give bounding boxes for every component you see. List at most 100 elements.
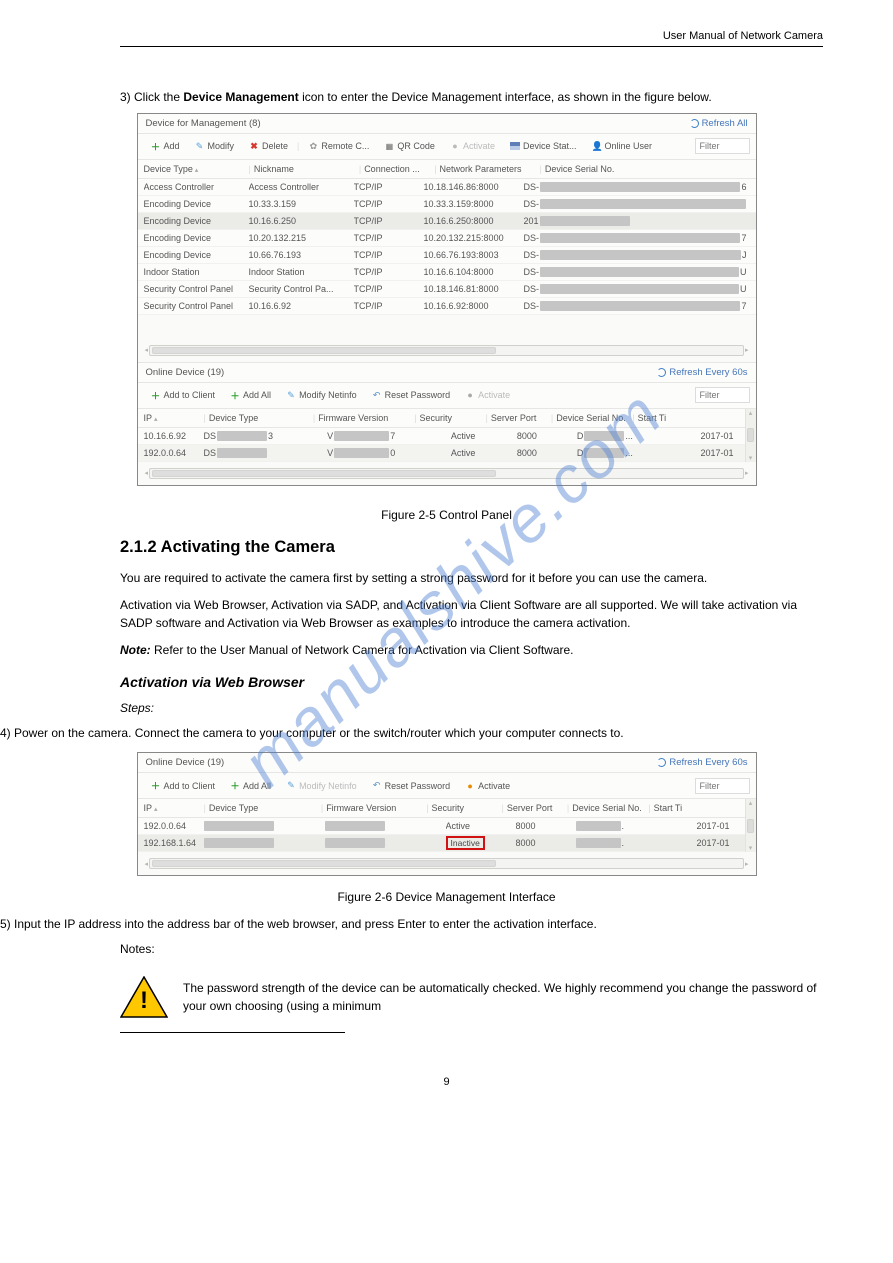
filter-input[interactable] — [695, 138, 750, 154]
arrow-up-icon[interactable]: ▴ — [748, 799, 754, 807]
col-serial[interactable]: Device Serial No. — [572, 803, 648, 813]
filter-input-2[interactable] — [695, 387, 750, 403]
qr-code-button[interactable]: ▦QR Code — [377, 138, 442, 154]
table-row[interactable]: Security Control PanelSecurity Control P… — [138, 281, 756, 298]
table-row[interactable]: 192.168.1.64Inactive8000.2017-01 — [138, 835, 745, 852]
col-server-port[interactable]: Server Port — [507, 803, 567, 813]
cell-serial: DS-6 — [524, 182, 750, 192]
col-security[interactable]: Security — [432, 803, 502, 813]
col-server-port[interactable]: Server Port — [491, 413, 551, 423]
table-row[interactable]: 192.0.0.64Active8000.2017-01 — [138, 818, 745, 835]
online-user-button[interactable]: 👤Online User — [584, 138, 659, 155]
cell-nickname: Security Control Pa... — [249, 284, 354, 294]
step3-text-c: icon to enter the Device Management inte… — [302, 90, 712, 104]
cell-network: 10.16.6.250:8000 — [424, 216, 524, 226]
add-all-button-2[interactable]: ＋Add All — [223, 776, 278, 795]
refresh-every-link[interactable]: Refresh Every 60s — [657, 367, 747, 378]
modify-netinfo-button-2[interactable]: ✎Modify Netinfo — [279, 777, 364, 794]
table-row[interactable]: Encoding Device10.33.3.159TCP/IP10.33.3.… — [138, 196, 756, 213]
cell-device-type: Security Control Panel — [144, 284, 249, 294]
activate-button-2[interactable]: ●Activate — [458, 387, 517, 403]
cell-firmware — [325, 838, 446, 848]
table-row[interactable]: Encoding Device10.66.76.193TCP/IP10.66.7… — [138, 247, 756, 264]
cell-start: 2017-01 — [697, 821, 739, 831]
col-nickname[interactable]: Nickname — [254, 164, 359, 174]
refresh-all-link[interactable]: Refresh All — [690, 118, 748, 129]
cell-nickname: 10.66.76.193 — [249, 250, 354, 260]
panel2-toolbar: ＋Add to Client ＋Add All ✎Modify Netinfo … — [138, 383, 756, 409]
hscroll-thumb[interactable] — [152, 470, 496, 477]
step-5: 5) Input the IP address into the address… — [0, 907, 893, 934]
col-device-type[interactable]: Device Type — [209, 803, 321, 813]
col-connection[interactable]: Connection ... — [364, 164, 434, 174]
plus-icon: ＋ — [230, 389, 240, 402]
cell-connection: TCP/IP — [354, 284, 424, 294]
add-to-client-button-2[interactable]: ＋Add to Client — [144, 776, 223, 795]
modify-button[interactable]: ✎Modify — [188, 138, 242, 155]
col-firmware[interactable]: Firmware Version — [318, 413, 414, 423]
col-serial[interactable]: Device Serial No. — [556, 413, 632, 423]
refresh-every-link-2[interactable]: Refresh Every 60s — [657, 757, 747, 768]
table-row[interactable]: Security Control Panel10.16.6.92TCP/IP10… — [138, 298, 756, 315]
reset-password-button-2[interactable]: ↶Reset Password — [365, 777, 458, 794]
col-start-time[interactable]: Start Ti — [654, 803, 696, 813]
cell-serial: DS-J — [524, 250, 750, 260]
vscroll-thumb[interactable] — [747, 428, 754, 442]
col-start-time[interactable]: Start Ti — [638, 413, 676, 423]
notes-label: Notes: — [0, 934, 893, 959]
modify-netinfo-button[interactable]: ✎Modify Netinfo — [279, 387, 364, 404]
table-row[interactable]: 10.16.6.92DS3V7Active8000D...2017-01 — [138, 428, 745, 445]
col-firmware[interactable]: Firmware Version — [326, 803, 426, 813]
cell-firmware: V7 — [327, 431, 451, 441]
figure2-caption: Figure 2-6 Device Management Interface — [0, 882, 893, 907]
vscroll-thumb[interactable] — [747, 819, 754, 833]
add-all-button[interactable]: ＋Add All — [223, 386, 278, 405]
panel2-table-header: IP |Device Type |Firmware Version |Secur… — [138, 409, 745, 428]
reset-password-button[interactable]: ↶Reset Password — [365, 387, 458, 404]
col-device-type[interactable]: Device Type — [209, 413, 313, 423]
filter-input-3[interactable] — [695, 778, 750, 794]
table-row[interactable]: 192.0.0.64DSV0Active8000D...2017-01 — [138, 445, 745, 462]
cell-nickname: 10.16.6.250 — [249, 216, 354, 226]
arrow-down-icon[interactable]: ▾ — [748, 844, 754, 852]
panel2-vscroll[interactable]: ▴ ▾ — [745, 409, 756, 462]
cell-network: 10.16.6.104:8000 — [424, 267, 524, 277]
add-button[interactable]: ＋Add — [144, 137, 187, 156]
arrow-down-icon[interactable]: ▾ — [748, 454, 754, 462]
panel3-hscroll[interactable]: ◂ ▸ — [138, 852, 756, 875]
panel2-hscroll[interactable]: ◂ ▸ — [138, 462, 756, 485]
cell-port: 8000 — [516, 821, 576, 831]
delete-button[interactable]: ✖Delete — [242, 138, 295, 155]
arrow-up-icon[interactable]: ▴ — [748, 409, 754, 417]
col-device-type[interactable]: Device Type — [144, 164, 249, 174]
activate-button[interactable]: ●Activate — [443, 138, 502, 154]
col-security[interactable]: Security — [420, 413, 486, 423]
add-to-client-button[interactable]: ＋Add to Client — [144, 386, 223, 405]
cell-nickname: 10.16.6.92 — [249, 301, 354, 311]
hscroll-thumb[interactable] — [152, 860, 496, 867]
table-row[interactable]: Indoor StationIndoor StationTCP/IP10.16.… — [138, 264, 756, 281]
panel3-vscroll[interactable]: ▴ ▾ — [745, 799, 756, 852]
body-para-1: You are required to activate the camera … — [0, 563, 893, 588]
col-ip[interactable]: IP — [144, 413, 204, 423]
col-ip[interactable]: IP — [144, 803, 204, 813]
activate-button-3[interactable]: ●Activate — [458, 778, 517, 794]
col-network-params[interactable]: Network Parameters — [440, 164, 540, 174]
table-row[interactable]: Encoding Device10.20.132.215TCP/IP10.20.… — [138, 230, 756, 247]
cell-port: 8000 — [517, 448, 577, 458]
page-header: User Manual of Network Camera — [0, 0, 893, 82]
hscroll-thumb[interactable] — [152, 347, 496, 354]
device-status-button[interactable]: Device Stat... — [503, 138, 584, 154]
panel1-hscroll[interactable]: ◂ ▸ — [138, 315, 756, 362]
arrow-right-icon[interactable]: ▸ — [744, 346, 750, 354]
refresh-icon — [690, 119, 699, 128]
table-row[interactable]: Encoding Device10.16.6.250TCP/IP10.16.6.… — [138, 213, 756, 230]
arrow-right-icon[interactable]: ▸ — [744, 860, 750, 868]
table-row[interactable]: Access ControllerAccess ControllerTCP/IP… — [138, 179, 756, 196]
cell-ip: 192.0.0.64 — [144, 448, 204, 458]
cell-connection: TCP/IP — [354, 233, 424, 243]
col-serial-no[interactable]: Device Serial No. — [545, 164, 750, 174]
cell-nickname: Indoor Station — [249, 267, 354, 277]
arrow-right-icon[interactable]: ▸ — [744, 469, 750, 477]
remote-config-button[interactable]: ✿Remote C... — [301, 138, 376, 155]
